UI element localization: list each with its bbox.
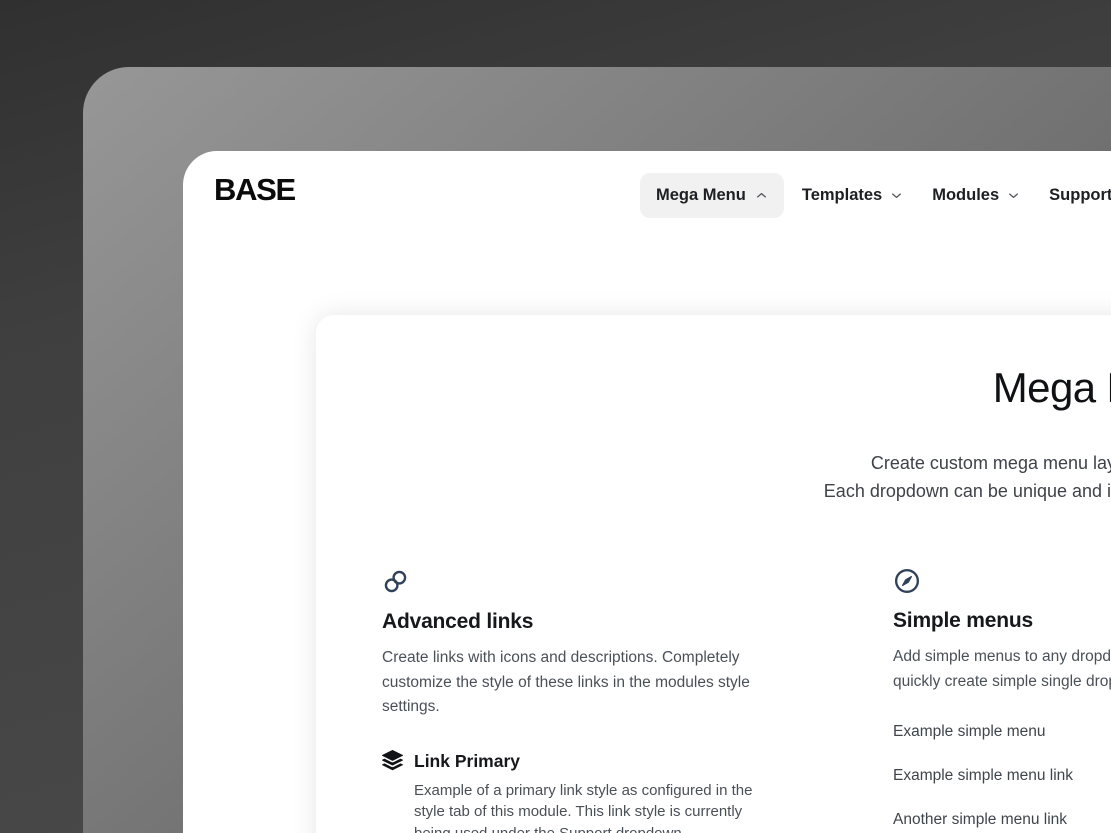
- section-description: Add simple menus to any dropdown. This a…: [893, 645, 1111, 694]
- section-title: Advanced links: [382, 610, 774, 634]
- nav-item-label: Templates: [802, 186, 882, 205]
- description-line: Create custom mega menu layouts with mul…: [316, 449, 1111, 477]
- site-logo[interactable]: BASE: [214, 172, 295, 208]
- advanced-links-list: Link Primary Example of a primary link s…: [382, 750, 774, 833]
- simple-menu-list: Example simple menu Example simple menu …: [893, 724, 1111, 833]
- simple-menus-column: Simple menus Add simple menus to any dro…: [893, 567, 1111, 833]
- mega-menu-dropdown: Mega Menu Create custom mega menu layout…: [316, 315, 1111, 833]
- main-nav: Mega Menu Templates Modules Support: [640, 173, 1111, 218]
- nav-item-label: Support: [1049, 186, 1111, 205]
- mega-menu-header: Mega Menu Create custom mega menu layout…: [316, 315, 1111, 505]
- link-title: Link Primary: [414, 750, 520, 772]
- link-item-header[interactable]: Link Primary: [382, 750, 774, 772]
- chevron-down-icon: [1007, 189, 1020, 202]
- description-line: being used under the Support dropdown.: [414, 823, 774, 833]
- nav-item-label: Modules: [932, 186, 999, 205]
- nav-item-label: Mega Menu: [656, 186, 746, 205]
- link-icon: [382, 568, 774, 596]
- description-line: quickly create simple single dropdowns.: [893, 670, 1111, 695]
- nav-item-modules[interactable]: Modules: [932, 186, 1020, 205]
- description-line: Add simple menus to any dropdown. This a…: [893, 645, 1111, 670]
- description-line: Example of a primary link style as confi…: [414, 780, 774, 802]
- browser-frame: BASE Mega Menu Templates Modules Support…: [83, 67, 1111, 833]
- description-line: customize the style of these links in th…: [382, 671, 774, 696]
- section-description: Create links with icons and descriptions…: [382, 646, 774, 720]
- description-line: settings.: [382, 695, 774, 720]
- description-line: style tab of this module. This link styl…: [414, 801, 774, 823]
- section-title: Simple menus: [893, 609, 1111, 633]
- menu-item[interactable]: Another simple menu link: [893, 812, 1111, 828]
- page-description: Create custom mega menu layouts with mul…: [316, 449, 1111, 505]
- nav-item-templates[interactable]: Templates: [802, 186, 903, 205]
- menu-item[interactable]: Example simple menu: [893, 724, 1111, 740]
- layers-icon: [382, 750, 403, 771]
- nav-item-support[interactable]: Support: [1049, 186, 1111, 205]
- description-line: Create links with icons and descriptions…: [382, 646, 774, 671]
- advanced-links-column: Advanced links Create links with icons a…: [382, 568, 774, 833]
- description-line: Each dropdown can be unique and include …: [316, 477, 1111, 505]
- browser-window: BASE Mega Menu Templates Modules Support…: [183, 151, 1111, 833]
- compass-icon: [893, 567, 1111, 595]
- menu-item[interactable]: Example simple menu link: [893, 768, 1111, 784]
- link-item-primary[interactable]: Link Primary Example of a primary link s…: [382, 750, 774, 833]
- chevron-down-icon: [890, 189, 903, 202]
- chevron-up-icon: [755, 189, 768, 202]
- link-description: Example of a primary link style as confi…: [414, 780, 774, 833]
- nav-item-mega-menu[interactable]: Mega Menu: [640, 173, 784, 218]
- page-title: Mega Menu: [316, 363, 1111, 413]
